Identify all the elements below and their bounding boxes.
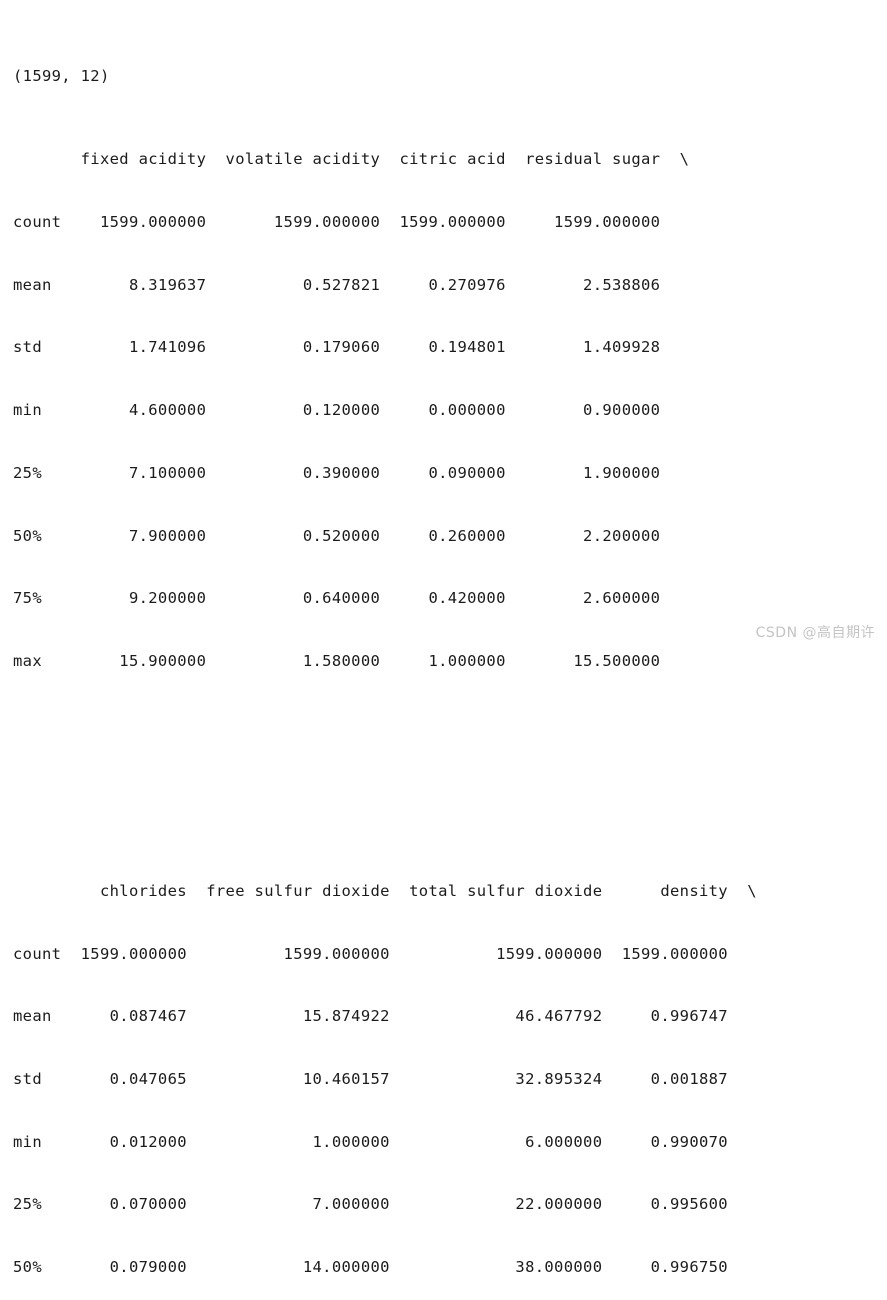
block-1-row-max: max 15.900000 1.580000 1.000000 15.50000… (13, 651, 661, 670)
block-2-row-min: min 0.012000 1.000000 6.000000 0.990070 (13, 1132, 728, 1151)
block-2-row-25pct: 25% 0.070000 7.000000 22.000000 0.995600 (13, 1195, 728, 1214)
console-output-region: (1599, 12) fixed acidity volatile acidit… (13, 3, 887, 1300)
block-1-row-count: count 1599.000000 1599.000000 1599.00000… (13, 213, 661, 232)
block-2-header: chlorides free sulfur dioxide total sulf… (13, 881, 757, 900)
block-2-row-mean: mean 0.087467 15.874922 46.467792 0.9967… (13, 1007, 728, 1026)
block-separator-1b (13, 797, 887, 818)
block-1-row-std: std 1.741096 0.179060 0.194801 1.409928 (13, 338, 661, 357)
csdn-watermark: CSDN @高自期许 (755, 625, 875, 641)
block-separator-1 (13, 735, 887, 756)
block-1-header: fixed acidity volatile acidity citric ac… (13, 150, 690, 169)
block-2-row-50pct: 50% 0.079000 14.000000 38.000000 0.99675… (13, 1258, 728, 1277)
block-1-row-min: min 4.600000 0.120000 0.000000 0.900000 (13, 401, 661, 420)
dataframe-shape-line: (1599, 12) (13, 66, 110, 85)
block-2-row-std: std 0.047065 10.460157 32.895324 0.00188… (13, 1069, 728, 1088)
block-1-row-25pct: 25% 7.100000 0.390000 0.090000 1.900000 (13, 463, 661, 482)
block-1-row-mean: mean 8.319637 0.527821 0.270976 2.538806 (13, 275, 661, 294)
block-1-row-75pct: 75% 9.200000 0.640000 0.420000 2.600000 (13, 589, 661, 608)
block-2-row-count: count 1599.000000 1599.000000 1599.00000… (13, 944, 728, 963)
block-1-row-50pct: 50% 7.900000 0.520000 0.260000 2.200000 (13, 526, 661, 545)
